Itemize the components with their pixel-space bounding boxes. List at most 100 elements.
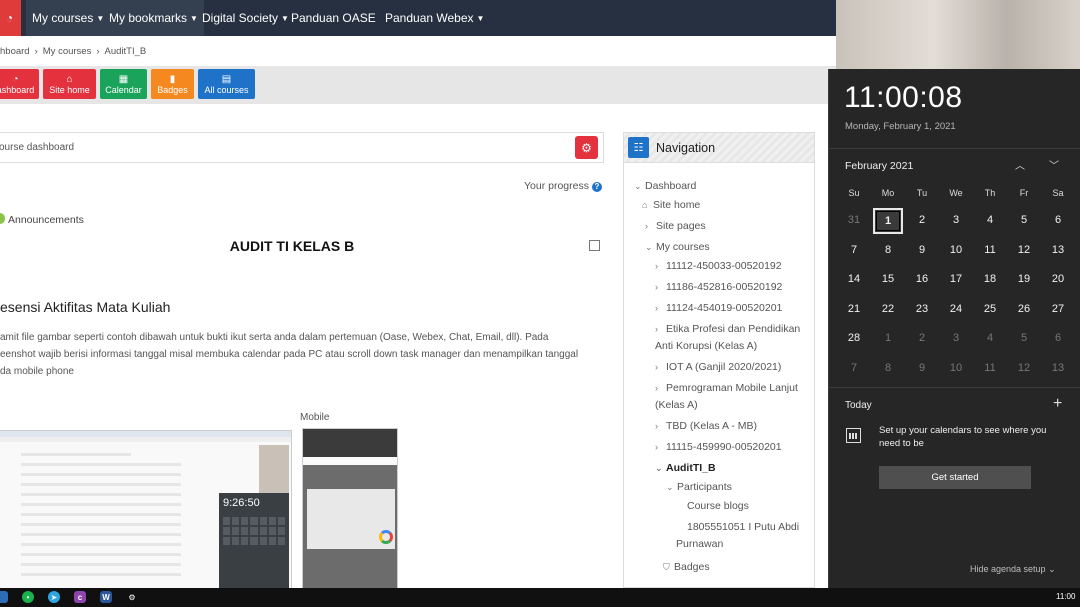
- nav-course-item-cont[interactable]: (Kelas A): [655, 397, 698, 414]
- nav-digital-society[interactable]: Digital Society ▼: [196, 0, 295, 36]
- nav-panduan-webex[interactable]: Panduan Webex ▼: [379, 0, 490, 36]
- taskbar-clock[interactable]: 11:00: [1056, 592, 1075, 601]
- nav-course-item[interactable]: › Pemrograman Mobile Lanjut: [655, 380, 798, 397]
- nav-badges[interactable]: ⛉ Badges: [663, 559, 710, 576]
- calendar-day[interactable]: 4: [973, 324, 1007, 354]
- calendar-day[interactable]: 2: [905, 324, 939, 354]
- chevron-down-icon[interactable]: ﹀: [1049, 157, 1059, 172]
- weekday-label: Th: [984, 188, 996, 198]
- nav-my-bookmarks[interactable]: My bookmarks ▼: [103, 0, 204, 36]
- breadcrumb-my-courses[interactable]: My courses: [43, 46, 92, 57]
- nav-course-item[interactable]: › 11115-459990-00520201: [655, 439, 782, 456]
- calendar-day[interactable]: 21: [837, 295, 871, 325]
- calendar-day[interactable]: 6: [1041, 206, 1075, 236]
- calendar-day[interactable]: 3: [939, 206, 973, 236]
- calendar-day[interactable]: 4: [973, 206, 1007, 236]
- calendar-day[interactable]: 16: [905, 265, 939, 295]
- calendar-day[interactable]: 7: [837, 236, 871, 266]
- dashboard-icon[interactable]: ◔: [0, 0, 21, 36]
- nav-site-pages[interactable]: › Site pages: [645, 218, 706, 235]
- sitemap-icon: ☷: [628, 137, 649, 158]
- all-courses-button[interactable]: ▤ All courses: [198, 69, 255, 99]
- calendar-day[interactable]: 31: [837, 206, 871, 236]
- app-icon[interactable]: [0, 591, 8, 603]
- get-started-button[interactable]: Get started: [879, 466, 1031, 489]
- nav-my-courses[interactable]: ⌄ My courses: [645, 239, 710, 256]
- calendar-day[interactable]: 20: [1041, 265, 1075, 295]
- clock-time: 11:00:08: [844, 81, 963, 114]
- nav-course-item[interactable]: › 11124-454019-00520201: [655, 300, 782, 317]
- plus-icon[interactable]: +: [1053, 395, 1062, 413]
- nav-current-course[interactable]: ⌄ AuditTI_B: [655, 460, 716, 477]
- nav-course-blogs[interactable]: Course blogs: [687, 498, 749, 515]
- site-home-button[interactable]: ⌂ Site home: [43, 69, 96, 99]
- calendar-day[interactable]: 7: [837, 354, 871, 384]
- clock-date[interactable]: Monday, February 1, 2021: [845, 121, 956, 132]
- calendar-day[interactable]: 12: [1007, 354, 1041, 384]
- nav-participant-cont[interactable]: Purnawan: [676, 536, 723, 553]
- nav-panduan-oase[interactable]: Panduan OASE: [285, 0, 382, 36]
- home-icon: ⌂: [642, 200, 648, 210]
- word-icon[interactable]: W: [100, 591, 112, 603]
- nav-course-item[interactable]: › 11186-452816-00520192: [655, 279, 782, 296]
- nav-course-item[interactable]: › Etika Profesi dan Pendidikan: [655, 321, 800, 338]
- calendar-day[interactable]: 17: [939, 265, 973, 295]
- calendar-day[interactable]: 10: [939, 236, 973, 266]
- calendar-day[interactable]: 12: [1007, 236, 1041, 266]
- calendar-day[interactable]: 3: [939, 324, 973, 354]
- calendar-day[interactable]: 9: [905, 354, 939, 384]
- calendar-day[interactable]: 19: [1007, 265, 1041, 295]
- nav-course-item[interactable]: › 11112-450033-00520192: [655, 258, 782, 275]
- calendar-day[interactable]: 27: [1041, 295, 1075, 325]
- nav-participant[interactable]: 1805551051 I Putu Abdi: [687, 519, 799, 536]
- nav-participants[interactable]: ⌄ Participants: [666, 479, 732, 496]
- calendar-day[interactable]: 11: [973, 236, 1007, 266]
- nav-my-courses[interactable]: My courses ▼: [26, 0, 111, 36]
- chevron-up-icon[interactable]: ︿: [1015, 157, 1025, 172]
- calendar-day[interactable]: 28: [837, 324, 871, 354]
- calendar-day[interactable]: 1: [871, 324, 905, 354]
- nav-course-item[interactable]: › TBD (Kelas A - MB): [655, 418, 757, 435]
- calendar-day[interactable]: 14: [837, 265, 871, 295]
- calendar-day[interactable]: 9: [905, 236, 939, 266]
- calendar-day[interactable]: 22: [871, 295, 905, 325]
- announcements-link[interactable]: Announcements: [0, 213, 84, 226]
- hide-agenda-setup[interactable]: Hide agenda setup ⌄: [970, 564, 1056, 575]
- calendar-day[interactable]: 2: [905, 206, 939, 236]
- settings-icon[interactable]: ⚙: [126, 591, 138, 603]
- calendar-day[interactable]: 15: [871, 265, 905, 295]
- calendar-day[interactable]: 10: [939, 354, 973, 384]
- course-dashboard-bar[interactable]: ourse dashboard: [0, 132, 604, 163]
- line-app-icon[interactable]: •: [22, 591, 34, 603]
- canva-icon[interactable]: c: [74, 591, 86, 603]
- calendar-day[interactable]: 25: [973, 295, 1007, 325]
- calendar-day[interactable]: 18: [973, 265, 1007, 295]
- breadcrumb-dashboard[interactable]: hboard: [0, 46, 30, 57]
- calendar-day[interactable]: 8: [871, 354, 905, 384]
- calendar-day[interactable]: 13: [1041, 236, 1075, 266]
- calendar-day[interactable]: 8: [871, 236, 905, 266]
- nav-course-item[interactable]: › IOT A (Ganjil 2020/2021): [655, 359, 781, 376]
- calendar-day[interactable]: 6: [1041, 324, 1075, 354]
- help-icon[interactable]: ?: [591, 182, 602, 192]
- calendar-day[interactable]: 13: [1041, 354, 1075, 384]
- calendar-button[interactable]: ▦ Calendar: [100, 69, 147, 99]
- calendar-month[interactable]: February 2021: [845, 160, 913, 172]
- breadcrumb-course[interactable]: AuditTI_B: [105, 46, 147, 57]
- telegram-icon[interactable]: ➤: [48, 591, 60, 603]
- calendar-day[interactable]: 11: [973, 354, 1007, 384]
- completion-checkbox[interactable]: [589, 240, 600, 251]
- dashboard-button[interactable]: ◔ ashboard: [0, 69, 39, 99]
- calendar-day-selected[interactable]: 1: [871, 206, 905, 236]
- badges-button[interactable]: ▮ Badges: [151, 69, 194, 99]
- taskbar: • ➤ c W ⚙ 11:00: [0, 588, 1080, 607]
- calendar-day[interactable]: 5: [1007, 324, 1041, 354]
- calendar-day[interactable]: 26: [1007, 295, 1041, 325]
- calendar-day[interactable]: 5: [1007, 206, 1041, 236]
- nav-site-home[interactable]: ⌂ Site home: [642, 197, 700, 214]
- calendar-day[interactable]: 23: [905, 295, 939, 325]
- nav-course-item-cont[interactable]: Anti Korupsi (Kelas A): [655, 338, 757, 355]
- calendar-day[interactable]: 24: [939, 295, 973, 325]
- gear-icon[interactable]: ⚙: [575, 136, 598, 159]
- nav-dashboard[interactable]: ⌄ Dashboard: [634, 178, 696, 195]
